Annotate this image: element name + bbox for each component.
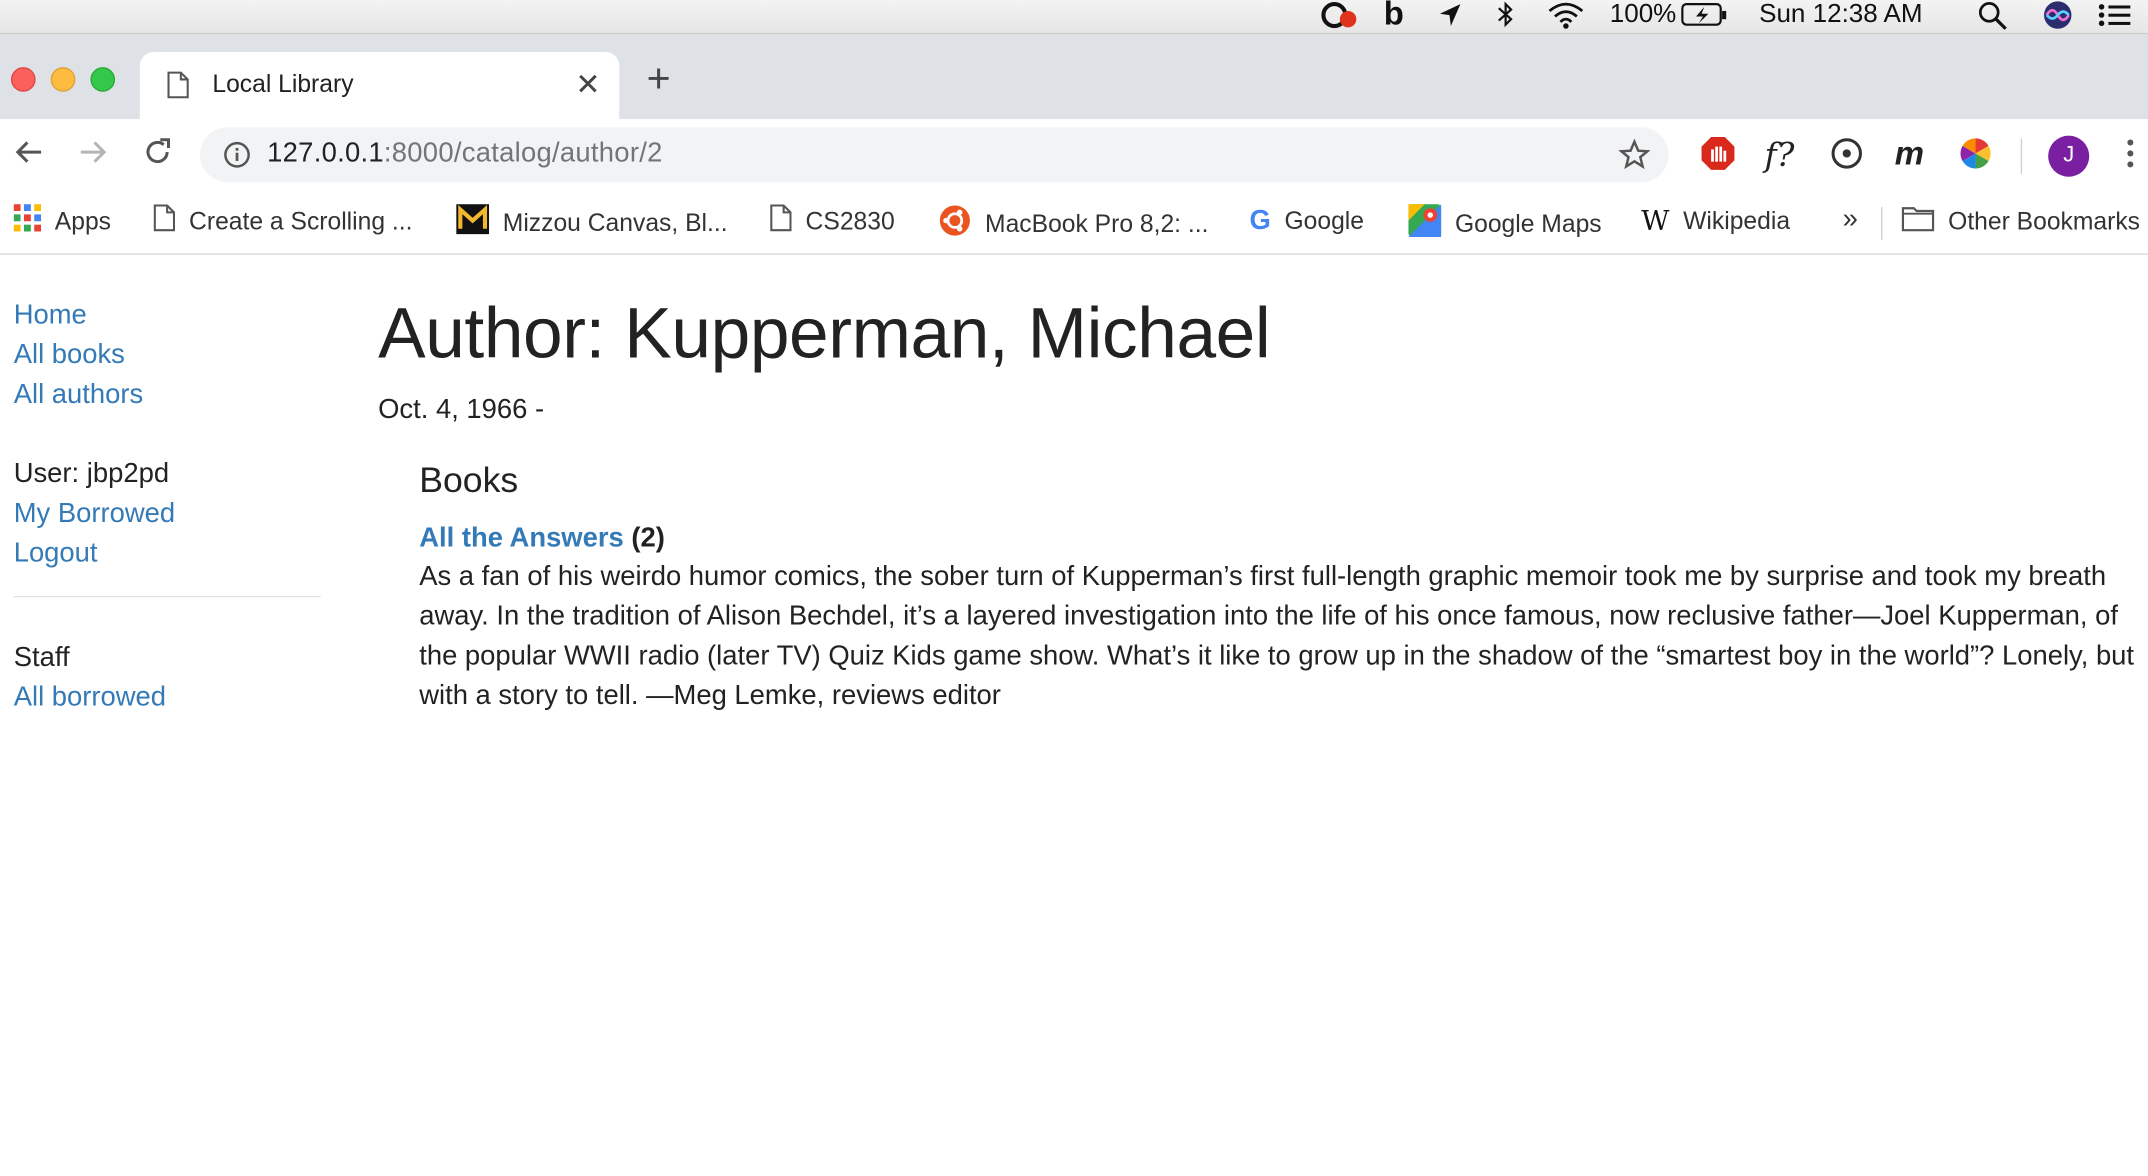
window-close-button[interactable] (10, 67, 36, 92)
reload-icon[interactable] (141, 136, 174, 176)
sidebar-link-all-books[interactable]: All books (14, 336, 321, 376)
spotlight-search-icon[interactable] (1977, 0, 2010, 33)
bookmark-macbook-pro[interactable]: MacBook Pro 8,2: ... (938, 204, 1208, 242)
bookmark-label: Wikipedia (1683, 207, 1791, 235)
bookmark-other-bookmarks[interactable]: Other Bookmarks (1901, 204, 2141, 242)
book-title-link[interactable]: All the Answers (419, 523, 624, 553)
new-tab-button[interactable]: + (647, 58, 671, 100)
chrome-menu-icon[interactable] (2124, 136, 2138, 181)
bookmark-mizzou-canvas[interactable]: Mizzou Canvas, Bl... (456, 204, 728, 242)
bookmarks-bar: Apps Create a Scrolling ... Mizzou Canva… (0, 193, 2148, 255)
main-content: Author: Kupperman, Michael Oct. 4, 1966 … (378, 293, 2143, 716)
tab-strip: Local Library ✕ + (0, 34, 2148, 120)
bookmark-cs2830[interactable]: CS2830 (770, 204, 895, 242)
author-dates: Oct. 4, 1966 - (378, 394, 545, 425)
menubar-clock[interactable]: Sun 12:38 AM (1759, 0, 1923, 33)
page-content: Home All books All authors User: jbp2pd … (0, 254, 2148, 1176)
bookmark-google[interactable]: G Google (1249, 204, 1364, 242)
bookmark-label: Create a Scrolling ... (189, 207, 413, 235)
bookmark-apps[interactable]: Apps (13, 204, 112, 242)
macos-menu-bar: b 100% Sun 12:38 AM (0, 0, 2148, 35)
folder-icon (1901, 204, 1935, 238)
battery-percent: 100% (1609, 0, 1677, 29)
maps-icon (1408, 204, 1442, 244)
sidebar-nav: Home All books All authors User: jbp2pd … (13, 296, 321, 718)
bookmark-label: Apps (54, 207, 112, 235)
font-finder-icon[interactable]: f? (1765, 136, 1795, 174)
window-minimize-button[interactable] (50, 67, 76, 92)
page-icon (153, 204, 176, 238)
tab-local-library[interactable]: Local Library ✕ (139, 52, 620, 120)
profile-avatar[interactable]: J (2048, 135, 2090, 177)
browser-toolbar: 127.0.0.1:8000/catalog/author/2 f? m J (0, 119, 2148, 194)
m-extension-icon[interactable]: m (1895, 136, 1924, 174)
author-heading: Author: Kupperman, Michael (378, 294, 1271, 375)
siri-icon[interactable] (2041, 0, 2074, 33)
tab-title: Local Library (212, 69, 354, 98)
color-wheel-extension-icon[interactable] (1958, 136, 1994, 181)
apps-grid-icon (13, 204, 42, 238)
sidebar-divider (13, 595, 321, 598)
book-id: (2) (631, 523, 665, 554)
bookmarks-divider (1881, 206, 1883, 240)
sidebar-staff-label: Staff (13, 642, 70, 673)
url-text[interactable]: 127.0.0.1:8000/catalog/author/2 (267, 138, 662, 170)
bookmark-label: Google (1284, 207, 1364, 235)
sidebar-link-all-borrowed[interactable]: All borrowed (14, 678, 321, 718)
mizzou-icon (456, 204, 490, 241)
b-app-icon[interactable]: b (1384, 0, 1404, 33)
target-extension-icon[interactable] (1829, 136, 1865, 181)
back-arrow-icon[interactable] (12, 136, 45, 176)
bookmark-google-maps[interactable]: Google Maps (1408, 204, 1602, 244)
sidebar-link-logout[interactable]: Logout (14, 534, 321, 574)
adblock-icon[interactable] (1700, 136, 1736, 181)
book-summary: As a fan of his weirdo humor comics, the… (419, 561, 2135, 712)
location-arrow-icon (1436, 0, 1463, 33)
battery-icon[interactable] (1681, 0, 1728, 33)
address-bar[interactable]: 127.0.0.1:8000/catalog/author/2 (200, 127, 1669, 183)
toolbar-divider (2020, 138, 2023, 174)
books-heading: Books (419, 458, 519, 501)
wifi-icon[interactable] (1545, 0, 1586, 33)
bookmark-wikipedia[interactable]: W Wikipedia (1641, 204, 1790, 242)
bookmarks-overflow-button[interactable]: » (1843, 204, 1858, 242)
wikipedia-icon: W (1641, 204, 1670, 238)
window-zoom-button[interactable] (90, 67, 116, 92)
books-section: Books All the Answers (2) As a fan of hi… (419, 459, 2142, 717)
sidebar-user-label: User: jbp2pd (13, 458, 170, 490)
tab-close-icon[interactable]: ✕ (575, 67, 600, 103)
page-icon (770, 204, 792, 238)
bookmark-star-icon[interactable] (1618, 138, 1651, 178)
site-info-icon[interactable] (223, 141, 250, 175)
bookmark-create-scrolling[interactable]: Create a Scrolling ... (153, 204, 412, 242)
book-entry: All the Answers (2) (419, 523, 2142, 555)
bookmark-label: MacBook Pro 8,2: ... (985, 210, 1209, 238)
bookmark-label: Google Maps (1454, 210, 1602, 238)
bluetooth-icon[interactable] (1493, 0, 1518, 33)
sidebar-link-home[interactable]: Home (14, 296, 321, 336)
bookmark-label: Mizzou Canvas, Bl... (502, 208, 728, 237)
ubuntu-icon (938, 204, 971, 244)
creative-cloud-icon[interactable] (1318, 0, 1359, 33)
bookmark-label: Other Bookmarks (1948, 207, 2141, 235)
url-path: :8000/catalog/author/2 (383, 138, 663, 169)
forward-arrow-icon[interactable] (77, 136, 110, 176)
sidebar-link-all-authors[interactable]: All authors (14, 375, 321, 415)
google-icon: G (1249, 205, 1271, 236)
sidebar-link-my-borrowed[interactable]: My Borrowed (14, 495, 321, 535)
notification-center-icon[interactable] (2096, 0, 2134, 33)
bookmark-label: CS2830 (805, 207, 895, 235)
page-icon (167, 71, 189, 105)
url-host: 127.0.0.1 (267, 138, 384, 169)
